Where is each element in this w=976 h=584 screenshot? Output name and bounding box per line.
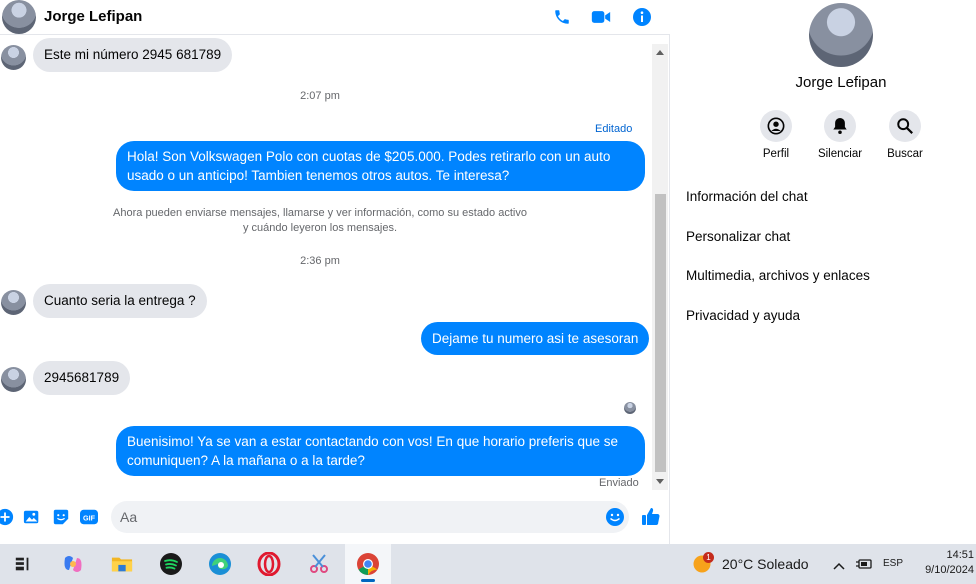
menu-privacy-support[interactable]: Privacidad y ayuda — [686, 308, 800, 323]
scroll-thumb[interactable] — [655, 194, 666, 472]
search-label: Buscar — [887, 148, 923, 160]
profile-avatar[interactable] — [809, 3, 873, 67]
profile-button[interactable]: Perfil — [741, 110, 811, 160]
sender-avatar — [1, 367, 26, 392]
timestamp: 2:36 pm — [300, 255, 340, 267]
scrollbar[interactable] — [652, 44, 668, 490]
sent-status: Enviado — [599, 477, 639, 489]
chevron-up-icon[interactable] — [833, 558, 845, 576]
phone-call-icon[interactable] — [551, 6, 573, 28]
search-button[interactable]: Buscar — [870, 110, 940, 160]
seen-avatar — [624, 402, 636, 414]
weather-text[interactable]: 20°C Soleado — [722, 556, 809, 572]
weather-sun-icon[interactable]: 1 — [692, 552, 714, 574]
file-explorer-icon[interactable] — [99, 544, 145, 584]
composer: GIF — [0, 498, 670, 538]
search-icon — [889, 110, 921, 142]
video-call-icon[interactable] — [590, 6, 612, 28]
chat-info-panel: Jorge Lefipan Perfil Silenciar Buscar In… — [671, 0, 976, 544]
bell-icon — [824, 110, 856, 142]
scroll-up-arrow[interactable] — [656, 50, 664, 55]
menu-customize-chat[interactable]: Personalizar chat — [686, 229, 790, 244]
outgoing-message[interactable]: Buenisimo! Ya se van a estar contactando… — [116, 426, 645, 476]
scroll-down-arrow[interactable] — [656, 479, 664, 484]
message-list: Este mi número 2945 681789 2:07 pm Edita… — [0, 36, 652, 492]
menu-chat-info[interactable]: Información del chat — [686, 189, 808, 204]
info-icon[interactable] — [631, 6, 653, 28]
profile-name: Jorge Lefipan — [795, 74, 887, 91]
menu-media-files-links[interactable]: Multimedia, archivos y enlaces — [686, 268, 870, 283]
like-thumb-icon[interactable] — [641, 507, 661, 527]
mute-button[interactable]: Silenciar — [805, 110, 875, 160]
edge-icon[interactable] — [197, 544, 243, 584]
taskbar: 1 20°C Soleado ESP 14:51 9/10/2024 — [0, 544, 976, 584]
copilot-icon[interactable] — [50, 544, 96, 584]
language-indicator[interactable]: ESP — [883, 558, 903, 569]
incoming-message[interactable]: 2945681789 — [33, 361, 131, 395]
chat-header: Jorge Lefipan — [0, 0, 670, 35]
contact-avatar[interactable] — [2, 0, 36, 34]
opera-icon[interactable] — [246, 544, 292, 584]
profile-label: Perfil — [762, 148, 790, 160]
outgoing-message[interactable]: Hola! Son Volkswagen Polo con cuotas de … — [116, 141, 645, 191]
edited-label[interactable]: Editado — [595, 123, 632, 135]
system-notice-line: Ahora pueden enviarse mensajes, llamarse… — [113, 207, 527, 219]
sender-avatar — [1, 290, 26, 315]
weather-badge: 1 — [703, 552, 714, 563]
sender-avatar — [1, 45, 26, 70]
system-notice-line: y cuándo leyeron los mensajes. — [242, 222, 398, 234]
task-view-icon[interactable] — [0, 544, 46, 584]
clock[interactable]: 14:51 9/10/2024 — [912, 548, 974, 578]
incoming-message[interactable]: Este mi número 2945 681789 — [33, 38, 233, 72]
contact-name[interactable]: Jorge Lefipan — [44, 8, 142, 25]
message-input[interactable] — [111, 501, 629, 533]
system-notice: Ahora pueden enviarse mensajes, llamarse… — [100, 206, 540, 236]
clock-time: 14:51 — [946, 549, 974, 561]
mute-label: Silenciar — [817, 148, 863, 160]
timestamp: 2:07 pm — [300, 90, 340, 102]
image-icon[interactable] — [22, 507, 42, 527]
gif-icon[interactable]: GIF — [79, 507, 99, 527]
svg-text:GIF: GIF — [83, 514, 96, 523]
profile-icon — [760, 110, 792, 142]
snipping-tool-icon[interactable] — [296, 544, 342, 584]
chrome-icon[interactable] — [345, 544, 391, 584]
outgoing-message[interactable]: Dejame tu numero asi te asesoran — [421, 322, 650, 355]
plus-icon[interactable] — [0, 507, 15, 527]
clock-date: 9/10/2024 — [925, 564, 974, 576]
spotify-icon[interactable] — [148, 544, 194, 584]
chat-pane: Jorge Lefipan Este mi número 2945 681789… — [0, 0, 670, 544]
sticker-icon[interactable] — [51, 507, 71, 527]
incoming-message[interactable]: Cuanto seria la entrega ? — [33, 284, 207, 318]
battery-icon[interactable] — [855, 557, 873, 576]
emoji-icon[interactable] — [605, 507, 625, 527]
